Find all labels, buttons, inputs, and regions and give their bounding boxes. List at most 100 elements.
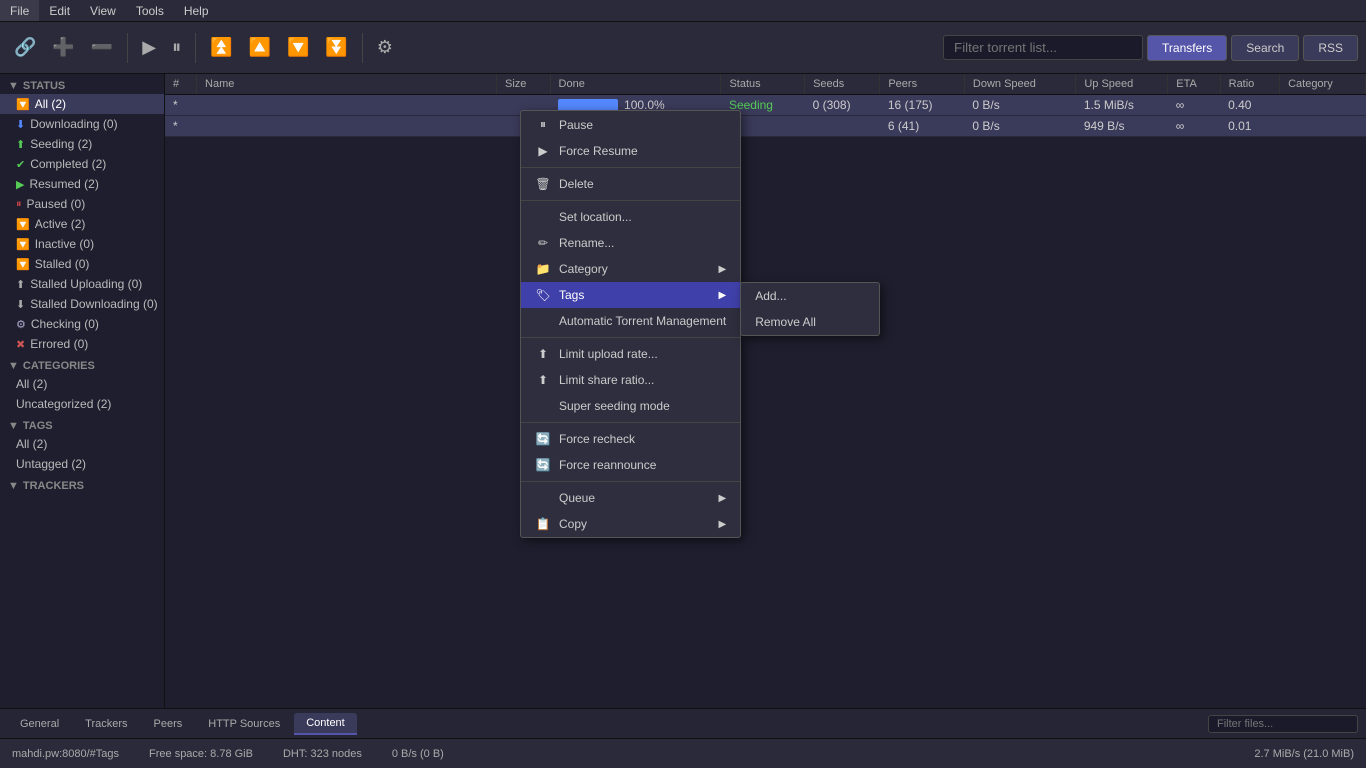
sidebar-item-all[interactable]: 🔽 All (2) (0, 94, 164, 114)
toolbar: 🔗 ➕ ➖ ▶ ⏸ ⏫ 🔼 🔽 ⏬ ⚙ Transfers Search RSS (0, 22, 1366, 74)
rss-tab[interactable]: RSS (1303, 35, 1358, 61)
col-status[interactable]: Status (721, 74, 805, 95)
sidebar-item-paused[interactable]: ⏸ Paused (0) (0, 194, 164, 214)
search-tab[interactable]: Search (1231, 35, 1299, 61)
ctx-super-seeding[interactable]: Super seeding mode (521, 393, 740, 419)
tab-peers[interactable]: Peers (142, 714, 195, 734)
link-button[interactable]: 🔗 (8, 33, 42, 62)
sidebar-item-resumed[interactable]: ▶ Resumed (2) (0, 174, 164, 194)
ctx-rename[interactable]: ✏ Rename... (521, 230, 740, 256)
col-name[interactable]: Name (197, 74, 497, 95)
menu-bar: File Edit View Tools Help (0, 0, 1366, 22)
completed-icon: ✔ (16, 158, 25, 171)
file-filter-input[interactable] (1208, 715, 1358, 733)
table-row[interactable]: * 100.0% Seeding 0 (308) (165, 95, 1366, 116)
ctx-atm[interactable]: Automatic Torrent Management (521, 308, 740, 334)
content-area: # Name Size Done Status Seeds Peers Down… (165, 74, 1366, 708)
tab-general[interactable]: General (8, 714, 71, 734)
tab-content[interactable]: Content (294, 713, 357, 735)
add-torrent-button[interactable]: ➕ (46, 33, 80, 62)
col-size[interactable]: Size (497, 74, 551, 95)
transfers-tab[interactable]: Transfers (1147, 35, 1227, 61)
pause-button[interactable]: ⏸ (166, 33, 187, 62)
tab-trackers[interactable]: Trackers (73, 714, 139, 734)
filter-input[interactable] (943, 35, 1143, 60)
stalled-icon: 🔽 (16, 258, 30, 271)
all-icon: 🔽 (16, 98, 30, 111)
menu-edit[interactable]: Edit (39, 0, 80, 21)
col-category[interactable]: Category (1280, 74, 1366, 95)
ctx-sep-1 (521, 167, 740, 168)
free-space-label: Free space: 8.78 GiB (149, 748, 253, 760)
trackers-header[interactable]: ▼ TRACKERS (0, 474, 164, 494)
ctx-set-location[interactable]: Set location... (521, 204, 740, 230)
menu-view[interactable]: View (80, 0, 126, 21)
submenu-remove-all[interactable]: Remove All (741, 309, 879, 335)
col-down-speed[interactable]: Down Speed (964, 74, 1075, 95)
tags-arrow-icon: ▶ (719, 290, 727, 301)
ctx-category[interactable]: 📁 Category ▶ (521, 256, 740, 282)
col-peers[interactable]: Peers (880, 74, 965, 95)
resume-button[interactable]: ▶ (136, 33, 162, 62)
sidebar-item-stalled-downloading[interactable]: ⬇ Stalled Downloading (0) (0, 294, 164, 314)
ctx-force-resume[interactable]: ▶ Force Resume (521, 138, 740, 164)
ctx-copy[interactable]: 📋 Copy ▶ (521, 511, 740, 537)
menu-file[interactable]: File (0, 0, 39, 21)
context-menu: ⏸ Pause ▶ Force Resume 🗑 Delete Set loca… (520, 110, 741, 538)
submenu-add[interactable]: Add... (741, 283, 879, 309)
sidebar-item-inactive[interactable]: 🔽 Inactive (0) (0, 234, 164, 254)
col-ratio[interactable]: Ratio (1220, 74, 1279, 95)
ctx-delete[interactable]: 🗑 Delete (521, 171, 740, 197)
sidebar-item-tag-all[interactable]: All (2) (0, 434, 164, 454)
active-icon: 🔽 (16, 218, 30, 231)
ctx-force-reannounce[interactable]: 🔄 Force reannounce (521, 452, 740, 478)
sidebar-item-cat-uncategorized[interactable]: Uncategorized (2) (0, 394, 164, 414)
ctx-tags[interactable]: 🏷 Tags ▶ Add... Remove All (521, 282, 740, 308)
status-collapse-icon: ▼ (8, 80, 19, 92)
ctx-pause[interactable]: ⏸ Pause (521, 111, 740, 138)
sidebar-item-completed[interactable]: ✔ Completed (2) (0, 154, 164, 174)
toolbar-separator-3 (362, 33, 363, 63)
col-done[interactable]: Done (550, 74, 721, 95)
tags-header[interactable]: ▼ TAGS (0, 414, 164, 434)
sidebar-item-stalled[interactable]: 🔽 Stalled (0) (0, 254, 164, 274)
sidebar-item-cat-all[interactable]: All (2) (0, 374, 164, 394)
pause-ctx-icon: ⏸ (535, 117, 551, 132)
stalled-uploading-icon: ⬆ (16, 278, 25, 291)
ctx-limit-share[interactable]: ⬆ Limit share ratio... (521, 367, 740, 393)
categories-header[interactable]: ▼ CATEGORIES (0, 354, 164, 374)
settings-button[interactable]: ⚙ (371, 33, 399, 62)
col-seeds[interactable]: Seeds (805, 74, 880, 95)
inactive-icon: 🔽 (16, 238, 30, 251)
ctx-force-recheck[interactable]: 🔄 Force recheck (521, 426, 740, 452)
col-eta[interactable]: ETA (1168, 74, 1220, 95)
col-num[interactable]: # (165, 74, 197, 95)
menu-tools[interactable]: Tools (126, 0, 174, 21)
copy-arrow-icon: ▶ (719, 519, 727, 530)
sidebar-item-active[interactable]: 🔽 Active (2) (0, 214, 164, 234)
status-bar: mahdi.pw:8080/#Tags Free space: 8.78 GiB… (0, 738, 1366, 768)
col-up-speed[interactable]: Up Speed (1076, 74, 1168, 95)
menu-help[interactable]: Help (174, 0, 219, 21)
remove-torrent-button[interactable]: ➖ (85, 33, 119, 62)
decrease-priority-button[interactable]: 🔽 (281, 33, 315, 62)
sidebar-item-downloading[interactable]: ⬇ Downloading (0) (0, 114, 164, 134)
sidebar-item-tag-untagged[interactable]: Untagged (2) (0, 454, 164, 474)
increase-priority-button[interactable]: 🔼 (243, 33, 277, 62)
status-header[interactable]: ▼ STATUS (0, 74, 164, 94)
ctx-limit-upload[interactable]: ⬆ Limit upload rate... (521, 341, 740, 367)
tags-icon: 🏷 (535, 288, 551, 302)
ctx-sep-5 (521, 481, 740, 482)
force-resume-icon: ▶ (535, 144, 551, 158)
limit-share-icon: ⬆ (535, 373, 551, 387)
top-priority-button[interactable]: ⏫ (204, 33, 238, 62)
sidebar-item-checking[interactable]: ⚙ Checking (0) (0, 314, 164, 334)
tab-http-sources[interactable]: HTTP Sources (196, 714, 292, 734)
sidebar-item-stalled-uploading[interactable]: ⬆ Stalled Uploading (0) (0, 274, 164, 294)
bottom-priority-button[interactable]: ⏬ (319, 33, 353, 62)
sidebar-item-seeding[interactable]: ⬆ Seeding (2) (0, 134, 164, 154)
checking-icon: ⚙ (16, 318, 26, 331)
table-row[interactable]: * 6 (41) 0 B/s 949 B/s ∞ 0.01 (165, 116, 1366, 137)
ctx-queue[interactable]: Queue ▶ (521, 485, 740, 511)
sidebar-item-errored[interactable]: ✖ Errored (0) (0, 334, 164, 354)
